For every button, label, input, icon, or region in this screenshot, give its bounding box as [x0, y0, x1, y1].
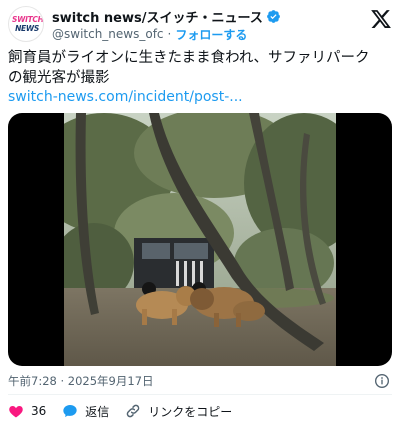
like-count: 36	[31, 404, 47, 418]
copy-link-label: リンクをコピー	[148, 404, 233, 419]
link-icon	[126, 404, 140, 418]
tweet-header: SWITCH NEWS switch news/スイッチ・ニュース @switc…	[8, 6, 392, 42]
reply-icon	[63, 405, 77, 417]
video-media[interactable]	[8, 113, 392, 366]
info-icon[interactable]	[374, 373, 390, 389]
divider	[8, 394, 392, 395]
heart-icon	[9, 406, 23, 418]
x-logo-icon[interactable]	[370, 8, 392, 30]
tweet-card: SWITCH NEWS switch news/スイッチ・ニュース @switc…	[0, 0, 400, 424]
action-bar: 36 返信 リンクをコピー	[8, 401, 248, 421]
avatar[interactable]: SWITCH NEWS	[8, 6, 44, 42]
like-button[interactable]: 36	[8, 403, 46, 419]
avatar-logo-line1: SWITCH	[12, 15, 44, 24]
avatar-logo-line2: NEWS	[15, 24, 39, 33]
tweet-text-line-2: の観光客が撮影	[8, 70, 110, 86]
display-name[interactable]: switch news/スイッチ・ニュース	[52, 7, 263, 26]
tweet-text-line-1: 飼育員がライオンに生きたまま食われ、サファリパーク	[8, 50, 370, 66]
follow-button[interactable]: フォローする	[175, 26, 247, 43]
verified-badge-icon	[266, 9, 280, 23]
tweet-timestamp[interactable]: 午前7:28 · 2025年9月17日	[8, 373, 154, 389]
copy-link-button[interactable]: リンクをコピー	[125, 403, 232, 420]
name-row: switch news/スイッチ・ニュース	[52, 7, 281, 26]
reply-button[interactable]: 返信	[62, 403, 109, 420]
article-link[interactable]: switch-news.com/incident/post-...	[8, 88, 392, 106]
video-thumbnail[interactable]	[64, 113, 336, 366]
account-handle[interactable]: @switch_news_ofc	[52, 27, 164, 41]
handle-row: @switch_news_ofc · フォローする	[52, 26, 247, 42]
reply-label: 返信	[85, 404, 110, 419]
separator-dot: ·	[167, 27, 172, 41]
tweet-text: 飼育員がライオンに生きたまま食われ、サファリパーク の観光客が撮影	[8, 48, 392, 88]
